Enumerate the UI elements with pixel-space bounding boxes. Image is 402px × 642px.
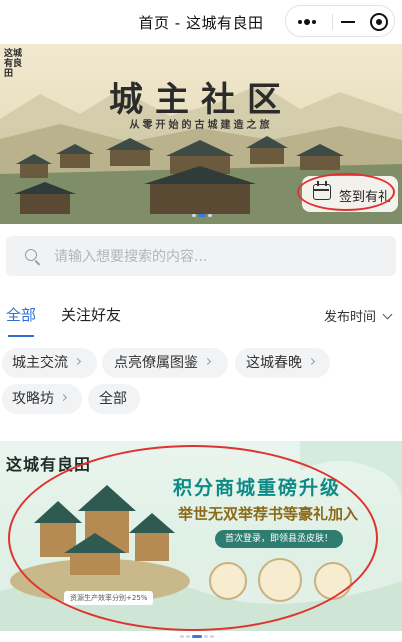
highlight-ring [297, 173, 395, 211]
chip-label: 这城春晚 [246, 355, 302, 371]
promo-highlight-ring [8, 445, 378, 631]
chip-spring-gala[interactable]: 这城春晚 [235, 348, 330, 378]
mini-program-capsule [285, 5, 395, 37]
chip-staff-gallery[interactable]: 点亮僚属图鉴 [102, 348, 228, 378]
tab-all[interactable]: 全部 [6, 304, 36, 325]
search-bar[interactable] [6, 236, 396, 276]
promo-pagination [180, 635, 220, 639]
more-options-icon[interactable] [298, 19, 318, 25]
banner-pagination [192, 214, 212, 218]
chevron-right-icon [307, 357, 316, 366]
chip-label: 城主交流 [12, 355, 68, 371]
search-icon [25, 249, 37, 261]
chip-label: 点亮僚属图鉴 [114, 355, 198, 371]
tab-following[interactable]: 关注好友 [61, 304, 121, 325]
chevron-right-icon [73, 357, 82, 366]
navigation-bar: 首页 - 这城有良田 [0, 0, 402, 44]
chevron-right-icon [59, 393, 68, 402]
close-miniprogram-icon[interactable] [370, 13, 388, 31]
search-input[interactable] [52, 244, 386, 270]
chip-city-lord-chat[interactable]: 城主交流 [2, 348, 97, 378]
sort-dropdown[interactable]: 发布时间 [324, 306, 393, 325]
banner-title: 城主社区 [109, 80, 293, 120]
chip-label: 攻略坊 [12, 391, 54, 407]
chip-all[interactable]: 全部 [88, 384, 140, 414]
chip-label: 全部 [99, 391, 127, 407]
banner-subtitle: 从零开始的古城建造之旅 [129, 120, 273, 131]
minus-icon [341, 21, 355, 23]
minimize-button[interactable] [341, 6, 363, 38]
active-tab-indicator [8, 335, 34, 337]
capsule-divider [332, 14, 333, 30]
chevron-down-icon [382, 309, 393, 320]
sort-label: 发布时间 [324, 310, 377, 325]
chevron-right-icon [203, 357, 212, 366]
feed-tabs: 全部 关注好友 发布时间 [0, 296, 402, 337]
chip-guides[interactable]: 攻略坊 [2, 384, 82, 414]
